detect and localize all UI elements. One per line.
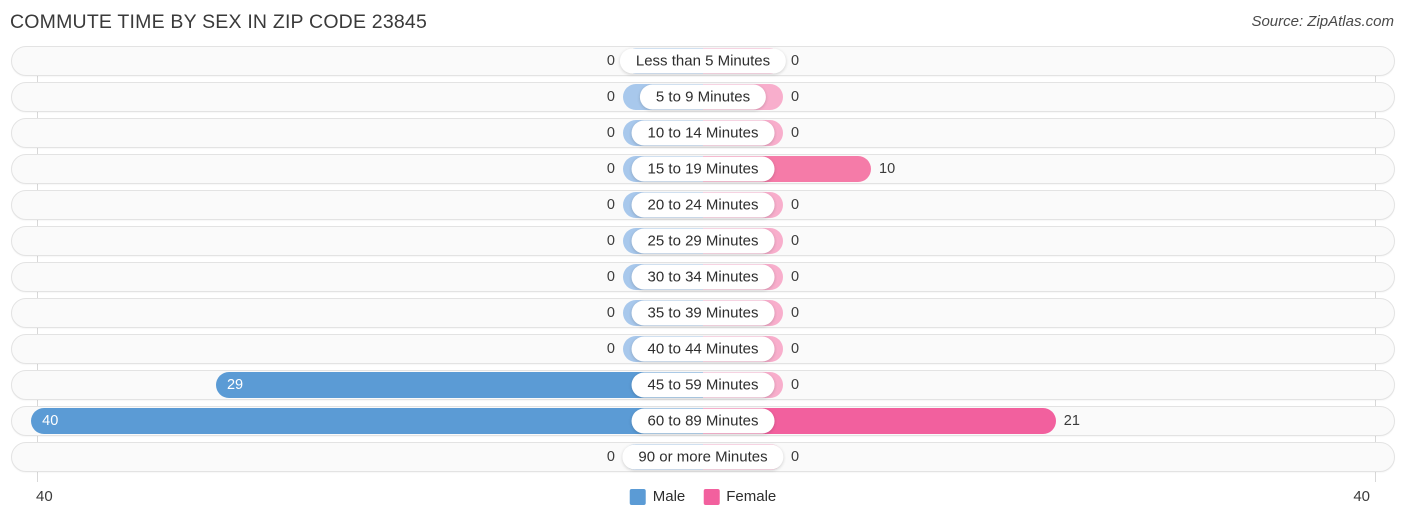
bar-value-female: 0 <box>791 125 800 141</box>
page-title: COMMUTE TIME BY SEX IN ZIP CODE 23845 <box>10 11 428 33</box>
bar-value-female: 0 <box>791 197 800 213</box>
male-half: 0 <box>12 263 703 291</box>
bar-value-male: 0 <box>606 161 615 177</box>
female-half: 0 <box>703 119 1394 147</box>
bar-value-male: 40 <box>42 413 59 429</box>
chart-legend: Male Female <box>629 488 776 505</box>
bar-value-female: 0 <box>791 233 800 249</box>
bar-value-male: 0 <box>606 197 615 213</box>
category-label: 15 to 19 Minutes <box>631 156 775 182</box>
female-half: 0 <box>703 227 1394 255</box>
legend-swatch-male-icon <box>629 488 646 505</box>
male-half: 0 <box>12 83 703 111</box>
bar-rows-container: 0 0 Less than 5 Minutes 0 0 5 to 9 Minutes 0 0 1… <box>0 46 1406 478</box>
chart-header: COMMUTE TIME BY SEX IN ZIP CODE 23845 So… <box>0 0 1406 46</box>
bar-value-male: 0 <box>606 341 615 357</box>
category-label: 10 to 14 Minutes <box>631 120 775 146</box>
female-half: 0 <box>703 299 1394 327</box>
legend-label-female: Female <box>726 488 777 505</box>
bar-value-female: 0 <box>791 305 800 321</box>
male-half: 0 <box>12 155 703 183</box>
bar-value-male: 0 <box>606 269 615 285</box>
category-label: 90 or more Minutes <box>622 444 784 470</box>
male-half: 0 <box>12 335 703 363</box>
legend-item-female[interactable]: Female <box>703 488 776 505</box>
female-half: 0 <box>703 263 1394 291</box>
bar-value-female: 0 <box>791 449 800 465</box>
female-half: 21 <box>703 407 1394 435</box>
bar-value-female: 0 <box>791 89 800 105</box>
category-label: 5 to 9 Minutes <box>639 84 767 110</box>
bar-row[interactable]: 0 0 Less than 5 Minutes <box>11 46 1395 76</box>
category-label: 40 to 44 Minutes <box>631 336 775 362</box>
male-half: 40 <box>12 407 703 435</box>
female-half: 0 <box>703 83 1394 111</box>
female-half: 0 <box>703 371 1394 399</box>
category-label: 35 to 39 Minutes <box>631 300 775 326</box>
bar-value-female: 10 <box>879 161 896 177</box>
bar-value-male: 0 <box>606 305 615 321</box>
bar-value-male: 0 <box>606 125 615 141</box>
bar-value-female: 0 <box>791 377 800 393</box>
female-half: 0 <box>703 191 1394 219</box>
bar-row[interactable]: 0 0 20 to 24 Minutes <box>11 190 1395 220</box>
male-half: 29 <box>12 371 703 399</box>
legend-swatch-female-icon <box>703 488 720 505</box>
source-attribution: Source: ZipAtlas.com <box>1251 13 1394 30</box>
bar-row[interactable]: 29 0 45 to 59 Minutes <box>11 370 1395 400</box>
male-half: 0 <box>12 119 703 147</box>
bar-row[interactable]: 40 21 60 to 89 Minutes <box>11 406 1395 436</box>
bar-row[interactable]: 0 0 5 to 9 Minutes <box>11 82 1395 112</box>
axis-tick-left: 40 <box>36 488 53 505</box>
bar-row[interactable]: 0 0 40 to 44 Minutes <box>11 334 1395 364</box>
legend-label-male: Male <box>652 488 686 505</box>
bar-row[interactable]: 0 0 90 or more Minutes <box>11 442 1395 472</box>
male-half: 0 <box>12 443 703 471</box>
bar-value-male: 0 <box>606 89 615 105</box>
bar-row[interactable]: 0 0 35 to 39 Minutes <box>11 298 1395 328</box>
bar-value-female: 21 <box>1063 413 1080 429</box>
category-label: 25 to 29 Minutes <box>631 228 775 254</box>
category-label: 20 to 24 Minutes <box>631 192 775 218</box>
bar-value-male: 0 <box>606 233 615 249</box>
category-label: 60 to 89 Minutes <box>631 408 775 434</box>
male-half: 0 <box>12 299 703 327</box>
bar-value-male: 29 <box>226 377 244 393</box>
female-half: 0 <box>703 335 1394 363</box>
category-label: Less than 5 Minutes <box>619 48 787 74</box>
bar-value-male: 0 <box>606 449 615 465</box>
category-label: 45 to 59 Minutes <box>631 372 775 398</box>
bar-value-male: 0 <box>606 53 615 69</box>
bar-row[interactable]: 0 0 10 to 14 Minutes <box>11 118 1395 148</box>
bar-male[interactable] <box>31 408 703 434</box>
category-label: 30 to 34 Minutes <box>631 264 775 290</box>
bar-row[interactable]: 0 10 15 to 19 Minutes <box>11 154 1395 184</box>
female-half: 10 <box>703 155 1394 183</box>
female-half: 0 <box>703 443 1394 471</box>
bar-value-female: 0 <box>791 53 800 69</box>
bar-row[interactable]: 0 0 25 to 29 Minutes <box>11 226 1395 256</box>
bar-row[interactable]: 0 0 30 to 34 Minutes <box>11 262 1395 292</box>
bar-value-female: 0 <box>791 269 800 285</box>
female-half: 0 <box>703 47 1394 75</box>
male-half: 0 <box>12 227 703 255</box>
chart-page: COMMUTE TIME BY SEX IN ZIP CODE 23845 So… <box>0 0 1406 523</box>
bar-male[interactable] <box>215 372 703 398</box>
chart-plot-area: 0 0 Less than 5 Minutes 0 0 5 to 9 Minutes 0 0 1… <box>0 46 1406 482</box>
male-half: 0 <box>12 191 703 219</box>
male-half: 0 <box>12 47 703 75</box>
chart-footer: 40 Male Female 40 <box>0 482 1406 523</box>
legend-item-male[interactable]: Male <box>629 488 686 505</box>
axis-tick-right: 40 <box>1353 488 1370 505</box>
bar-value-female: 0 <box>791 341 800 357</box>
